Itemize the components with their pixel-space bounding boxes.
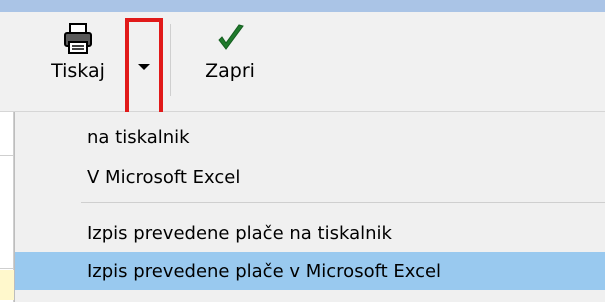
print-options-menu: na tiskalnik V Microsoft Excel Izpis pre…: [14, 112, 605, 302]
menu-item-export-excel[interactable]: V Microsoft Excel: [15, 158, 605, 196]
checkmark-icon: [218, 24, 244, 50]
background-window-edge: [0, 112, 14, 302]
title-bar-strip: [0, 0, 605, 12]
grid-line: [0, 268, 14, 269]
menu-item-label: Izpis prevedene plače v Microsoft Excel: [87, 260, 442, 282]
close-button[interactable]: Zapri: [190, 18, 270, 104]
highlighted-row-stub: [0, 270, 14, 300]
menu-item-converted-pay-excel[interactable]: Izpis prevedene plače v Microsoft Excel: [15, 252, 605, 290]
chevron-down-icon: [138, 64, 150, 70]
menu-item-converted-pay-printer[interactable]: Izpis prevedene plače na tiskalnik: [15, 214, 605, 252]
print-button-label: Tiskaj: [51, 60, 105, 82]
toolbar: Tiskaj Zapri: [0, 12, 605, 116]
menu-item-label: na tiskalnik: [87, 126, 190, 148]
print-button[interactable]: Tiskaj: [38, 18, 118, 104]
app-window: Tiskaj Zapri na tiskalnik V Microsoft Ex…: [0, 0, 605, 302]
printer-icon: [64, 23, 92, 54]
menu-item-label: V Microsoft Excel: [87, 166, 241, 188]
menu-item-label: Izpis prevedene plače na tiskalnik: [87, 222, 392, 244]
print-options-dropdown-button[interactable]: [125, 18, 163, 116]
toolbar-separator: [170, 24, 171, 96]
close-button-label: Zapri: [205, 60, 255, 82]
grid-line: [0, 132, 14, 156]
menu-separator: [81, 202, 605, 203]
menu-item-print-to-printer[interactable]: na tiskalnik: [15, 118, 605, 156]
